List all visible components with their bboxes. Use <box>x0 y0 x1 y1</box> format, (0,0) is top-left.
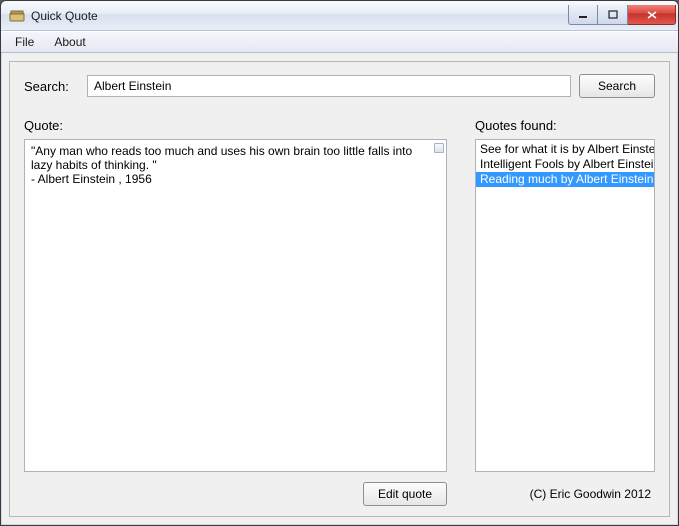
list-item[interactable]: Intelligent Fools by Albert Einstein <box>476 157 654 172</box>
maximize-icon <box>608 10 618 20</box>
results-panel: Quotes found: See for what it is by Albe… <box>475 118 655 472</box>
quote-label: Quote: <box>24 118 447 133</box>
results-list[interactable]: See for what it is by Albert Einstein In… <box>475 139 655 472</box>
app-window: Quick Quote File About Search: Search <box>0 0 679 526</box>
menubar: File About <box>1 31 678 53</box>
search-label: Search: <box>24 79 79 94</box>
window-title: Quick Quote <box>31 9 98 23</box>
minimize-button[interactable] <box>568 5 598 25</box>
close-button[interactable] <box>628 5 676 25</box>
titlebar[interactable]: Quick Quote <box>1 1 678 31</box>
results-label: Quotes found: <box>475 118 655 133</box>
scroll-up-icon[interactable] <box>434 143 444 153</box>
minimize-icon <box>578 10 588 20</box>
credit-text: (C) Eric Goodwin 2012 <box>447 487 655 501</box>
quote-text: "Any man who reads too much and uses his… <box>31 144 415 186</box>
panels: Quote: "Any man who reads too much and u… <box>24 118 655 472</box>
content-panel: Search: Search Quote: "Any man who reads… <box>9 61 670 517</box>
bottom-row: Edit quote (C) Eric Goodwin 2012 <box>24 480 655 508</box>
menu-about[interactable]: About <box>44 33 95 51</box>
list-item[interactable]: Reading much by Albert Einstein <box>476 172 654 187</box>
window-buttons <box>568 5 676 25</box>
close-icon <box>646 10 658 20</box>
app-icon <box>9 8 25 24</box>
search-button[interactable]: Search <box>579 74 655 98</box>
menu-file[interactable]: File <box>5 33 44 51</box>
search-row: Search: Search <box>24 74 655 98</box>
list-item[interactable]: See for what it is by Albert Einstein <box>476 142 654 157</box>
search-input[interactable] <box>87 75 571 97</box>
quote-textarea[interactable]: "Any man who reads too much and uses his… <box>24 139 447 472</box>
edit-quote-button[interactable]: Edit quote <box>363 482 447 506</box>
quote-panel: Quote: "Any man who reads too much and u… <box>24 118 447 472</box>
maximize-button[interactable] <box>598 5 628 25</box>
